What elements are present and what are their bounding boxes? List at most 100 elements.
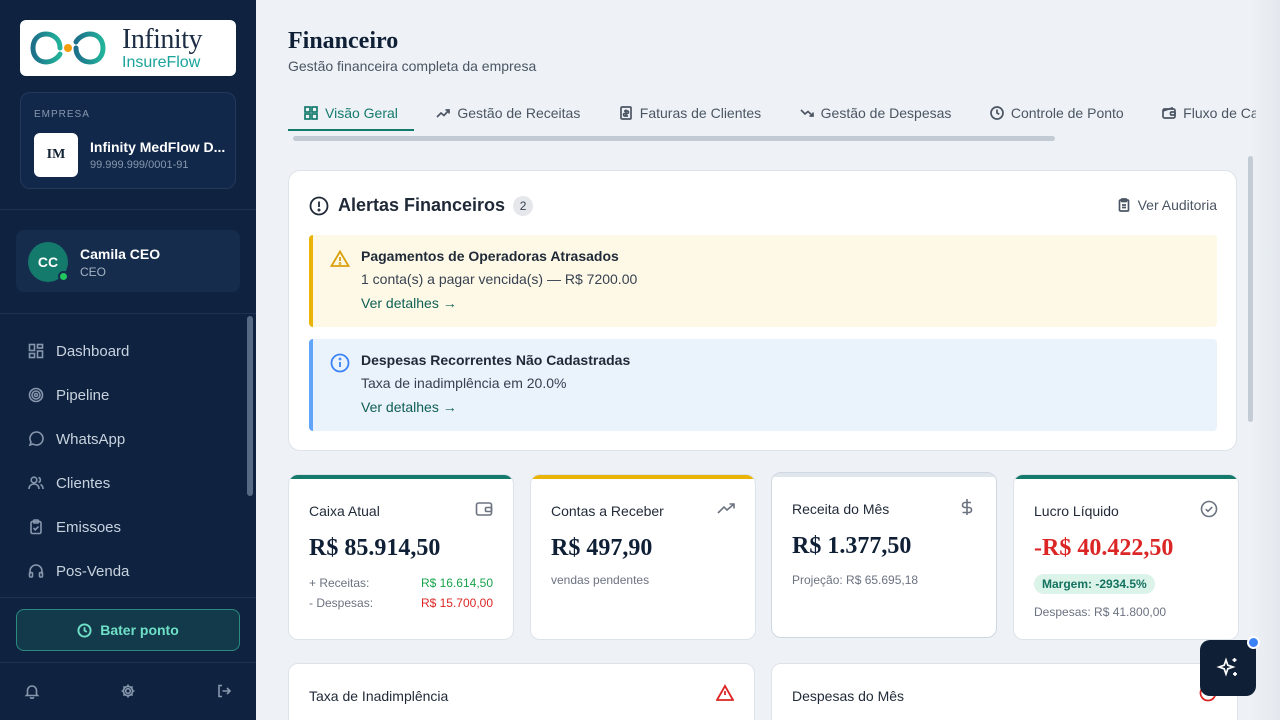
margin-badge: Margem: -2934.5% bbox=[1034, 574, 1155, 594]
logout-icon[interactable] bbox=[216, 683, 232, 699]
alert-circle-icon bbox=[309, 196, 329, 215]
card-despesas-mes[interactable]: Despesas do Mês bbox=[771, 663, 1238, 720]
sidebar-item-pos-venda[interactable]: Pos-Venda bbox=[16, 549, 240, 593]
company-label: EMPRESA bbox=[34, 109, 90, 120]
punch-clock-button[interactable]: Bater ponto bbox=[16, 609, 240, 651]
clipboard-icon bbox=[30, 519, 42, 535]
kpi-card-receita-mes[interactable]: Receita do Mês R$ 1.377,50 Projeção: R$ … bbox=[771, 472, 997, 638]
tab-label: Gestão de Receitas bbox=[457, 105, 581, 121]
tab-gestao-despesas[interactable]: Gestão de Despesas bbox=[784, 96, 968, 130]
alert-details-link[interactable]: Ver detalhes → bbox=[361, 399, 457, 415]
invoice-icon bbox=[619, 106, 632, 120]
tabs-scrollbar[interactable] bbox=[288, 136, 1256, 141]
trending-down-icon bbox=[800, 109, 814, 117]
receitas-value: R$ 16.614,50 bbox=[420, 576, 493, 590]
trending-up-icon bbox=[717, 503, 735, 514]
brand-logo[interactable]: Infinity InsureFlow bbox=[20, 20, 236, 76]
clock-icon bbox=[989, 106, 1004, 120]
wallet-icon bbox=[475, 502, 493, 516]
alert-warning: Pagamentos de Operadoras Atrasados 1 con… bbox=[309, 235, 1217, 327]
user-role: CEO bbox=[80, 265, 107, 279]
alert-details-link[interactable]: Ver detalhes → bbox=[361, 295, 457, 311]
sparkles-icon bbox=[1216, 657, 1237, 677]
sidebar-item-clientes[interactable]: Clientes bbox=[16, 461, 240, 505]
bell-icon[interactable] bbox=[24, 683, 40, 699]
alerts-header: Alertas Financeiros 2 bbox=[309, 195, 534, 216]
sidebar-item-whatsapp[interactable]: WhatsApp bbox=[16, 417, 240, 461]
alert-description: 1 conta(s) a pagar vencida(s) — R$ 7200.… bbox=[361, 271, 638, 287]
sidebar-item-label: Clientes bbox=[56, 474, 111, 492]
kpi-card-caixa[interactable]: Caixa Atual R$ 85.914,50 + Receitas: R$ … bbox=[288, 474, 514, 640]
notification-dot bbox=[1247, 636, 1260, 649]
card-title: Taxa de Inadimplência bbox=[309, 688, 449, 704]
kpi-title: Caixa Atual bbox=[309, 503, 380, 519]
kpi-card-lucro-liquido[interactable]: Lucro Líquido -R$ 40.422,50 Margem: -293… bbox=[1013, 474, 1239, 640]
card-accent-bar bbox=[289, 475, 513, 479]
tab-controle-ponto[interactable]: Controle de Ponto bbox=[974, 96, 1140, 130]
view-audit-link[interactable]: Ver Auditoria bbox=[1117, 197, 1217, 213]
kpi-despesas-row: - Despesas: R$ 15.700,00 bbox=[309, 596, 493, 610]
alert-description: Taxa de inadimplência em 20.0% bbox=[361, 375, 567, 391]
divider bbox=[0, 209, 256, 210]
target-icon bbox=[28, 387, 44, 403]
main-content: Financeiro Gestão financeira completa da… bbox=[256, 0, 1280, 720]
company-selector[interactable]: EMPRESA IM Infinity MedFlow D... 99.999.… bbox=[20, 92, 236, 189]
infinity-logo-icon bbox=[30, 28, 106, 68]
dashboard-icon bbox=[28, 343, 44, 359]
tab-fluxo-caixa[interactable]: Fluxo de Caixa bbox=[1146, 96, 1256, 130]
tabs-scrollbar-thumb[interactable] bbox=[293, 136, 1055, 141]
users-icon bbox=[28, 476, 44, 490]
alerts-title: Alertas Financeiros bbox=[338, 195, 506, 215]
clipboard-icon bbox=[1118, 198, 1129, 212]
kpi-value: R$ 85.914,50 bbox=[309, 535, 441, 561]
gear-icon[interactable] bbox=[120, 683, 136, 699]
sidebar-nav: Dashboard Pipeline WhatsApp Clientes Emi… bbox=[16, 329, 240, 593]
tab-visao-geral[interactable]: Visão Geral bbox=[288, 97, 414, 131]
clock-icon bbox=[77, 622, 92, 638]
sidebar-item-label: WhatsApp bbox=[56, 430, 126, 448]
kpi-value: R$ 1.377,50 bbox=[792, 533, 912, 559]
dollar-icon bbox=[961, 499, 973, 515]
sidebar-item-label: Dashboard bbox=[56, 342, 130, 360]
sidebar-item-dashboard[interactable]: Dashboard bbox=[16, 329, 240, 373]
ai-assistant-button[interactable] bbox=[1200, 636, 1260, 696]
company-name: Infinity MedFlow D... bbox=[90, 139, 226, 155]
kpi-value: -R$ 40.422,50 bbox=[1034, 535, 1174, 561]
kpi-card-contas-receber[interactable]: Contas a Receber R$ 497,90 vendas penden… bbox=[530, 474, 756, 640]
user-profile[interactable]: CC Camila CEO CEO bbox=[16, 230, 240, 292]
chat-icon bbox=[28, 431, 44, 447]
kpi-title: Contas a Receber bbox=[551, 503, 664, 519]
card-accent-bar bbox=[1014, 475, 1238, 479]
kpi-note: Despesas: R$ 41.800,00 bbox=[1034, 605, 1167, 619]
wallet-icon bbox=[1162, 106, 1177, 119]
tab-label: Controle de Ponto bbox=[1010, 105, 1124, 121]
financial-alerts-panel: Alertas Financeiros 2 Ver Auditoria Paga… bbox=[288, 170, 1237, 451]
punch-clock-label: Bater ponto bbox=[100, 622, 179, 638]
tab-faturas-clientes[interactable]: Faturas de Clientes bbox=[603, 96, 777, 130]
sidebar-item-emissoes[interactable]: Emissoes bbox=[16, 505, 240, 549]
page-title: Financeiro bbox=[288, 28, 399, 54]
card-taxa-inadimplencia[interactable]: Taxa de Inadimplência bbox=[288, 663, 755, 720]
despesas-label: - Despesas: bbox=[309, 596, 374, 610]
check-circle-icon bbox=[1200, 500, 1218, 518]
sidebar-scrollbar[interactable] bbox=[247, 316, 253, 496]
divider bbox=[0, 662, 256, 663]
tab-label: Fluxo de Caixa bbox=[1183, 105, 1256, 121]
kpi-note: Projeção: R$ 65.695,18 bbox=[792, 573, 919, 587]
kpi-note: vendas pendentes bbox=[551, 573, 650, 587]
kpi-title: Lucro Líquido bbox=[1034, 503, 1119, 519]
view-audit-label: Ver Auditoria bbox=[1137, 197, 1217, 213]
tab-bar: Visão Geral Gestão de Receitas Faturas d… bbox=[288, 96, 1256, 134]
company-cnpj: 99.999.999/0001-91 bbox=[90, 159, 189, 171]
divider bbox=[0, 597, 256, 598]
tab-label: Faturas de Clientes bbox=[639, 105, 762, 121]
sidebar-item-pipeline[interactable]: Pipeline bbox=[16, 373, 240, 417]
warning-icon bbox=[716, 684, 734, 701]
avatar: CC bbox=[28, 242, 69, 282]
tab-gestao-receitas[interactable]: Gestão de Receitas bbox=[420, 96, 596, 130]
kpi-title: Receita do Mês bbox=[792, 501, 890, 517]
sidebar-item-label: Pos-Venda bbox=[56, 562, 130, 580]
alerts-count-badge: 2 bbox=[513, 195, 534, 216]
trending-up-icon bbox=[436, 109, 451, 118]
alert-info: Despesas Recorrentes Não Cadastradas Tax… bbox=[309, 339, 1217, 431]
